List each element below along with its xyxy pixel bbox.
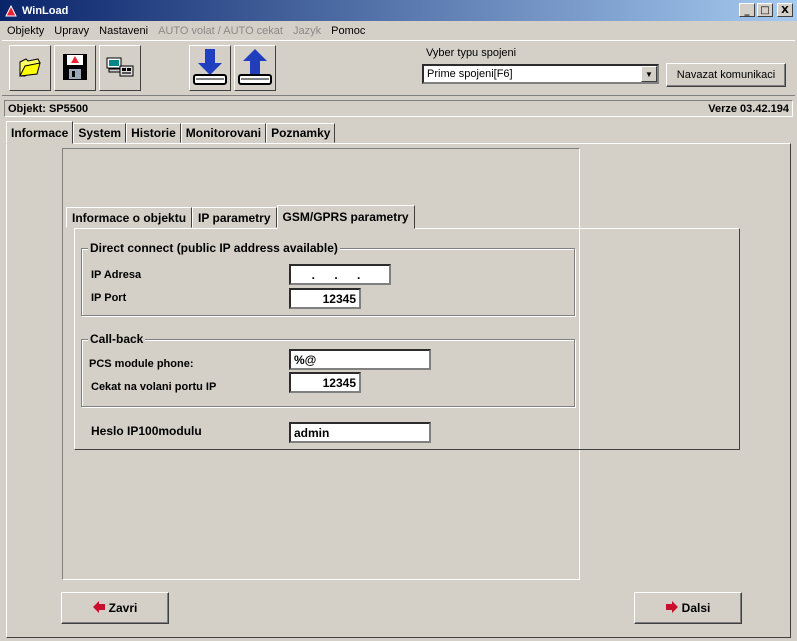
download-button[interactable]: [189, 45, 231, 91]
tab-ip-parametry[interactable]: IP parametry: [192, 207, 277, 228]
menu-nastaveni[interactable]: Nastaveni: [94, 25, 153, 37]
ip-port-input[interactable]: 12345: [289, 288, 361, 309]
tab-monitorovani[interactable]: Monitorovani: [180, 123, 267, 143]
tab-informace[interactable]: Informace: [6, 121, 74, 144]
call-back-title: Call-back: [88, 332, 146, 346]
maximize-button[interactable]: □: [757, 3, 773, 17]
menu-objekty[interactable]: Objekty: [2, 25, 49, 37]
pcs-module-phone-label: PCS module phone:: [89, 358, 194, 370]
folder-icon: [17, 54, 43, 83]
upload-icon: [236, 47, 274, 90]
ip-address-input[interactable]: . . .: [289, 264, 391, 285]
main-tab-strip: Informace System Historie Monitorovani P…: [6, 121, 336, 144]
wait-call-port-input[interactable]: 12345: [289, 372, 361, 393]
menu-upravy[interactable]: Upravy: [49, 25, 94, 37]
tab-gsm-gprs-parametry[interactable]: GSM/GPRS parametry: [276, 205, 415, 229]
sub-tab-strip: Informace o objektu IP parametry GSM/GPR…: [66, 205, 415, 229]
pcs-module-phone-input[interactable]: %@: [289, 349, 431, 370]
computer-lock-icon: [105, 54, 135, 83]
menu-bar: Objekty Upravy Nastaveni AUTO volat / AU…: [0, 21, 797, 40]
close-button-label: Zavri: [108, 601, 138, 615]
arrow-right-icon: [665, 600, 678, 616]
arrow-left-icon: [92, 600, 105, 616]
ip100-password-label: Heslo IP100modulu: [91, 424, 202, 438]
close-button[interactable]: Zavri: [61, 592, 169, 624]
ip-port-label: IP Port: [91, 292, 127, 304]
tab-informace-o-objektu[interactable]: Informace o objektu: [66, 207, 193, 228]
connection-type-select[interactable]: Prime spojeni[F6] ▼: [422, 64, 659, 84]
save-disk-icon: [59, 51, 91, 86]
tab-historie[interactable]: Historie: [126, 123, 181, 143]
next-button[interactable]: Dalsi: [634, 592, 742, 624]
menu-jazyk[interactable]: Jazyk: [288, 25, 326, 37]
connection-type-value: Prime spojeni[F6]: [427, 68, 513, 80]
tab-system[interactable]: System: [73, 123, 127, 143]
connection-type-label: Vyber typu spojeni: [426, 47, 517, 59]
title-bar[interactable]: WinLoad _ □ X: [0, 0, 797, 21]
next-button-label: Dalsi: [681, 601, 711, 615]
menu-auto-volat[interactable]: AUTO volat / AUTO cekat: [153, 25, 288, 37]
window-title: WinLoad: [22, 4, 69, 17]
version-label: Verze 03.42.194: [708, 102, 789, 115]
direct-connect-title: Direct connect (public IP address availa…: [88, 241, 340, 255]
object-info-bar: Objekt: SP5500 Verze 03.42.194: [4, 100, 793, 117]
computer-lock-button[interactable]: [99, 45, 141, 91]
menu-pomoc[interactable]: Pomoc: [326, 25, 370, 37]
download-icon: [191, 47, 229, 90]
tab-poznamky[interactable]: Poznamky: [266, 123, 336, 143]
save-button[interactable]: [54, 45, 96, 91]
winload-app-icon: [4, 4, 18, 18]
minimize-button[interactable]: _: [739, 3, 755, 17]
wait-call-port-label: Cekat na volani portu IP: [91, 381, 217, 393]
close-window-button[interactable]: X: [777, 3, 793, 17]
chevron-down-icon[interactable]: ▼: [641, 66, 657, 82]
object-name: Objekt: SP5500: [8, 102, 89, 115]
connect-button[interactable]: Navazat komunikaci: [666, 63, 786, 87]
gsm-gprs-panel: Direct connect (public IP address availa…: [74, 228, 740, 450]
open-folder-button[interactable]: [9, 45, 51, 91]
ip100-password-input[interactable]: admin: [289, 422, 431, 443]
upload-button[interactable]: [234, 45, 276, 91]
ip-address-label: IP Adresa: [91, 269, 142, 281]
